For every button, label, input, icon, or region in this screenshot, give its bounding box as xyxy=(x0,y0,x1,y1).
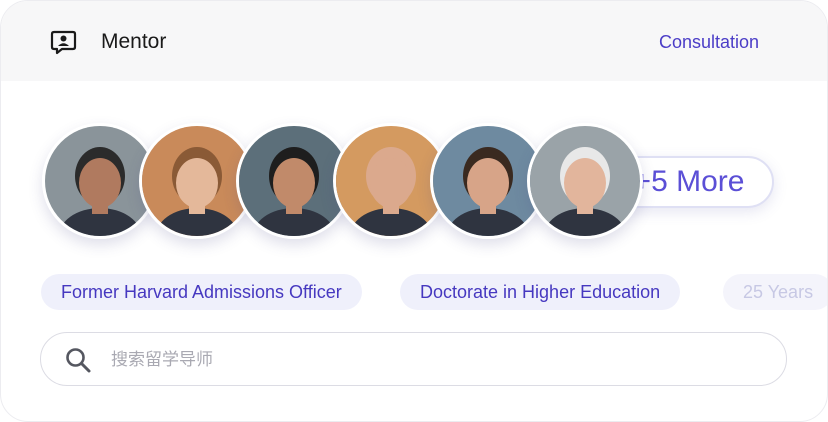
mentor-chat-icon xyxy=(50,30,77,55)
tag-years[interactable]: 25 Years xyxy=(723,274,827,310)
search-bar[interactable] xyxy=(40,332,787,386)
search-icon xyxy=(66,348,91,373)
mentor-avatar[interactable] xyxy=(527,123,643,239)
tag-doctorate[interactable]: Doctorate in Higher Education xyxy=(400,274,681,310)
mentor-portrait-image xyxy=(530,126,640,236)
header-title: Mentor xyxy=(101,30,167,53)
mentor-tags: Former Harvard Admissions Officer Doctor… xyxy=(41,274,827,310)
consultation-link[interactable]: Consultation xyxy=(659,32,759,53)
card-header: Mentor Consultation xyxy=(1,1,827,81)
tag-harvard[interactable]: Former Harvard Admissions Officer xyxy=(41,274,362,310)
search-input[interactable] xyxy=(109,347,713,373)
mentor-card: Mentor Consultation +5 More Former Harva… xyxy=(0,0,828,422)
